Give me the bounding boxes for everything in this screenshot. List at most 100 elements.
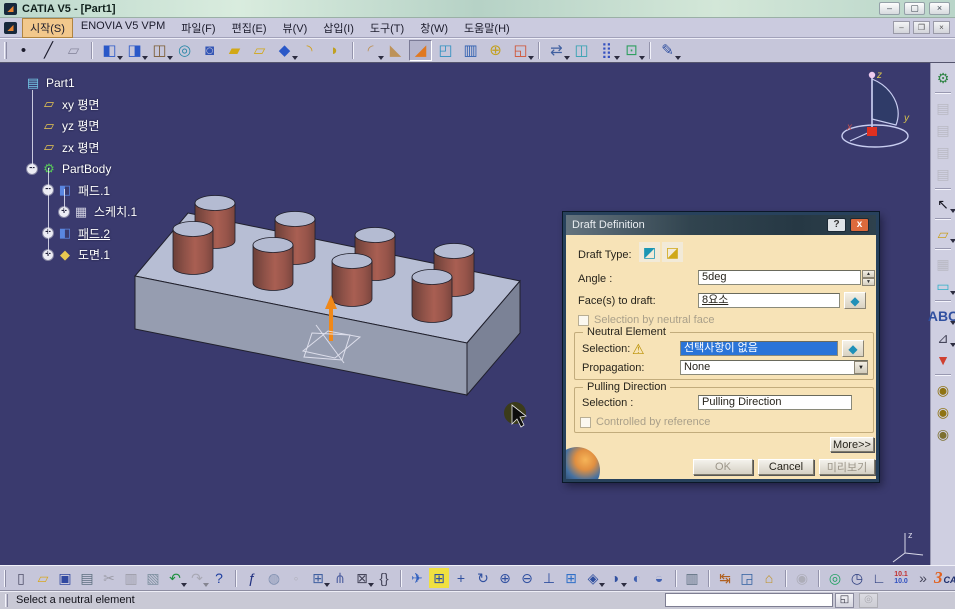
hole-icon[interactable]: ◙ — [198, 40, 221, 61]
draft-constant-angle-icon[interactable]: ◩ — [639, 242, 660, 262]
open-folder-icon[interactable]: ▱ — [33, 568, 53, 588]
3d-viewport[interactable]: ▤Part1▱xy 평면▱yz 평면▱zx 평면−⚙PartBody−◧패드.1… — [0, 63, 930, 565]
draft-angle-icon[interactable]: ◢ — [409, 40, 432, 61]
lock-icon[interactable]: ⊠ — [352, 568, 372, 588]
command-input[interactable] — [665, 593, 833, 607]
paste-icon[interactable]: ▧ — [143, 568, 163, 588]
mdi-restore-icon[interactable]: ❐ — [913, 21, 930, 34]
draft-definition-dialog[interactable]: Draft Definition ?x Draft Type: ◩◪ Angle… — [563, 212, 879, 482]
faces-to-draft-input[interactable]: 8요소 — [698, 293, 840, 308]
view-frame-icon[interactable]: ▭ — [932, 276, 954, 296]
fly-mode-icon[interactable]: ✈ — [407, 568, 427, 588]
more-toolbars-icon[interactable]: » — [913, 568, 933, 588]
rotate-icon[interactable]: ↻ — [473, 568, 493, 588]
propagation-dropdown-arrow[interactable]: ▼ — [854, 361, 868, 374]
tree-label-partbody[interactable]: PartBody — [62, 162, 111, 176]
line-icon[interactable]: ╱ — [37, 40, 60, 61]
chamfer-icon[interactable]: ◣ — [384, 40, 407, 61]
fit-all-in-icon[interactable]: ⊞ — [429, 568, 449, 588]
angle-input[interactable]: 5deg — [698, 270, 861, 285]
menu-help[interactable]: 도움말(H) — [456, 18, 518, 38]
swap-visible-space-icon[interactable]: ◒ — [649, 568, 669, 588]
isometric-view-icon[interactable]: ◈ — [583, 568, 603, 588]
menu-file[interactable]: 파일(F) — [173, 18, 223, 38]
thickness-icon[interactable]: ▥ — [459, 40, 482, 61]
tree-label-sketch1[interactable]: 스케치.1 — [94, 203, 137, 220]
close-icon[interactable]: × — [929, 2, 950, 15]
scale-indicator-icon[interactable]: 10.110.0 — [891, 568, 911, 588]
tree-item-sketch1[interactable]: +▦스케치.1 — [4, 201, 234, 223]
tree-label-pad1[interactable]: 패드.1 — [78, 182, 110, 199]
sew-surface-icon[interactable]: ◗ — [323, 40, 346, 61]
neutral-picker-button[interactable]: ◆ — [842, 340, 864, 357]
cancel-button[interactable]: Cancel — [758, 459, 814, 475]
loft-icon[interactable]: ◝ — [298, 40, 321, 61]
thread-icon[interactable]: ⊕ — [484, 40, 507, 61]
shaft-icon[interactable]: ◫ — [148, 40, 171, 61]
render-shot-1-icon[interactable]: ◉ — [932, 380, 954, 400]
tree-label-draft1[interactable]: 도면.1 — [78, 246, 110, 263]
tree-item-xy-plane[interactable]: ▱xy 평면 — [4, 94, 234, 116]
tree-label-pad2[interactable]: 패드.2 — [78, 225, 110, 242]
tree-item-yz-plane[interactable]: ▱yz 평면 — [4, 115, 234, 137]
history-clock-icon[interactable]: ◷ — [847, 568, 867, 588]
tree-item-pad1[interactable]: −◧패드.1 — [4, 180, 234, 202]
slot-icon[interactable]: ▱ — [248, 40, 271, 61]
tree-item-part1[interactable]: ▤Part1 — [4, 72, 234, 94]
tree-label-part1[interactable]: Part1 — [46, 76, 75, 90]
quick-view-icon[interactable]: ⊞ — [561, 568, 581, 588]
select-arrow-icon[interactable]: ↖ — [932, 194, 954, 214]
zoom-in-icon[interactable]: ⊕ — [495, 568, 515, 588]
tree-label-yz-plane[interactable]: yz 평면 — [62, 117, 99, 134]
render-shot-3-icon[interactable]: ◉ — [932, 424, 954, 444]
scaling-icon[interactable]: ⊡ — [620, 40, 643, 61]
pocket-icon[interactable]: ◨ — [123, 40, 146, 61]
tree-item-zx-plane[interactable]: ▱zx 평면 — [4, 137, 234, 159]
multi-sections-solid-icon[interactable]: ◆ — [273, 40, 296, 61]
dialog-help-icon[interactable]: ? — [827, 218, 846, 232]
groove-icon[interactable]: ◎ — [173, 40, 196, 61]
mdi-minimize-icon[interactable]: – — [893, 21, 910, 34]
hide-show-icon[interactable]: ◐ — [627, 568, 647, 588]
pulling-selection-input[interactable]: Pulling Direction — [698, 395, 852, 410]
new-document-icon[interactable]: ▯ — [11, 568, 31, 588]
menu-start[interactable]: 시작(S) — [22, 18, 73, 38]
tree-item-pad2[interactable]: +◧패드.2 — [4, 223, 234, 245]
mirror-icon[interactable]: ◫ — [570, 40, 593, 61]
whats-this-icon[interactable]: ? — [209, 568, 229, 588]
rapid-prototyping-icon[interactable]: ▥ — [682, 568, 702, 588]
knowledge-energy-icon[interactable]: ◎ — [825, 568, 845, 588]
product-tree-icon[interactable]: ⋔ — [330, 568, 350, 588]
pad-icon[interactable]: ◧ — [98, 40, 121, 61]
measure-between-icon[interactable]: ↹ — [715, 568, 735, 588]
design-table-icon[interactable]: ⊞ — [308, 568, 328, 588]
render-shot-2-icon[interactable]: ◉ — [932, 402, 954, 422]
command-window-icon[interactable]: ◱ — [835, 593, 854, 608]
apply-material-icon[interactable]: ▼ — [932, 350, 954, 370]
sketcher-icon[interactable]: ✎ — [656, 40, 679, 61]
faces-picker-button[interactable]: ◆ — [844, 292, 866, 309]
formula-icon[interactable]: ƒ — [242, 568, 262, 588]
sketch-plane-icon[interactable]: ▱ — [932, 224, 954, 244]
translation-icon[interactable]: ⇄ — [545, 40, 568, 61]
measure-item-icon[interactable]: ◲ — [737, 568, 757, 588]
menu-edit[interactable]: 편집(E) — [224, 18, 275, 38]
more-button[interactable]: More>> — [830, 437, 874, 452]
menu-window[interactable]: 창(W) — [412, 18, 456, 38]
remove-face-icon[interactable]: ◱ — [509, 40, 532, 61]
shell-icon[interactable]: ◰ — [434, 40, 457, 61]
toolbar-grip[interactable] — [4, 42, 7, 59]
pan-icon[interactable]: + — [451, 568, 471, 588]
normal-view-icon[interactable]: ⊥ — [539, 568, 559, 588]
tree-label-xy-plane[interactable]: xy 평면 — [62, 96, 99, 113]
neutral-selection-input[interactable]: 선택사항이 없음 — [680, 341, 838, 356]
minimize-icon[interactable]: – — [879, 2, 900, 15]
menu-enovia[interactable]: ENOVIA V5 VPM — [73, 18, 173, 38]
flag-note-icon[interactable]: ⊿ — [932, 328, 954, 348]
zoom-out-icon[interactable]: ⊖ — [517, 568, 537, 588]
maximize-icon[interactable]: ▢ — [904, 2, 925, 15]
fillet-icon[interactable]: ◜ — [359, 40, 382, 61]
plane-icon[interactable]: ▱ — [62, 40, 85, 61]
dialog-close-icon[interactable]: x — [850, 218, 869, 232]
menu-view[interactable]: 뷰(V) — [274, 18, 315, 38]
